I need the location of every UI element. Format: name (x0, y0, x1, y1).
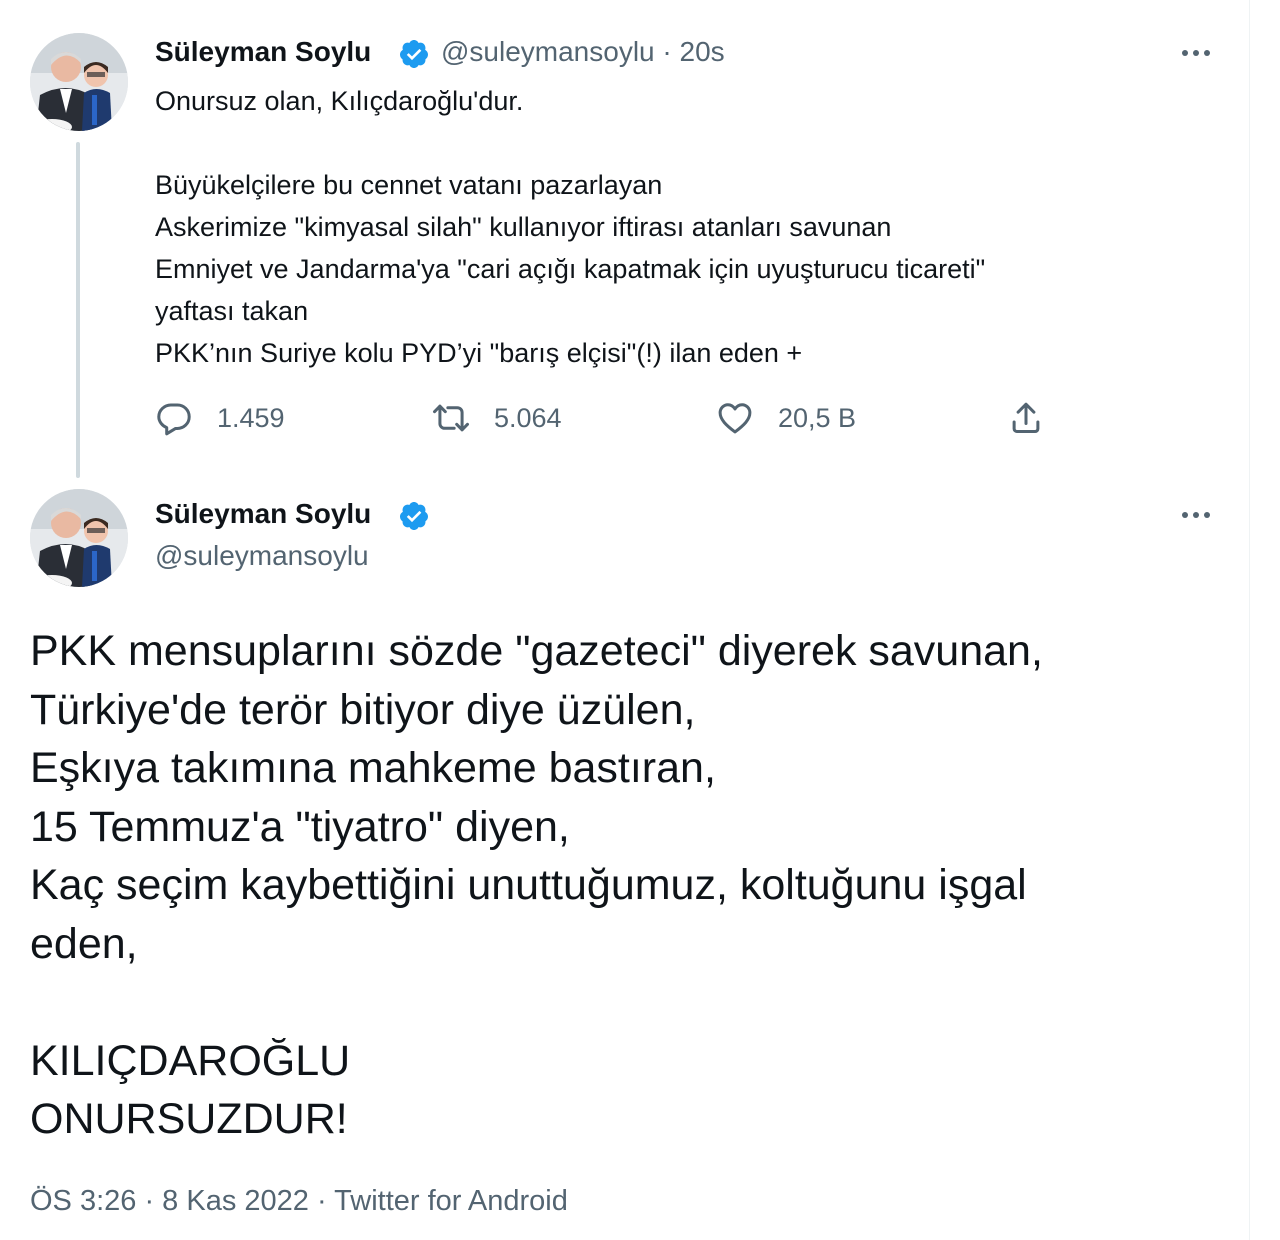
retweet-icon (433, 404, 469, 432)
reply-icon (157, 403, 191, 436)
tweet-text: Onursuz olan, Kılıçdaroğlu'dur. Büyükelç… (155, 86, 986, 368)
retweet-button[interactable]: 5.064 (432, 399, 562, 437)
tweet-text: PKK mensuplarını sözde "gazeteci" diyere… (30, 627, 1043, 1143)
like-button[interactable]: 20,5 B (716, 399, 856, 437)
verified-badge-icon (399, 502, 428, 530)
reply-count: 1.459 (217, 402, 285, 433)
share-icon (1012, 402, 1040, 433)
more-options-icon[interactable] (1176, 505, 1216, 525)
avatar-photo-icon (30, 33, 128, 131)
timeline-border (1249, 0, 1250, 1240)
verified-badge-icon (399, 40, 428, 68)
author-name[interactable]: Süleyman Soylu (155, 36, 371, 68)
like-icon (718, 403, 752, 434)
author-name[interactable]: Süleyman Soylu (155, 498, 371, 530)
avatar[interactable] (30, 33, 128, 131)
share-button[interactable] (1007, 399, 1045, 437)
reply-button[interactable]: 1.459 (155, 399, 285, 437)
like-count: 20,5 B (778, 402, 857, 433)
thread-connector (76, 142, 80, 478)
retweet-count: 5.064 (494, 402, 562, 433)
handle-and-timestamp[interactable]: @suleymansoylu · 20s (441, 36, 725, 68)
more-options-icon[interactable] (1176, 43, 1216, 63)
author-handle[interactable]: @suleymansoylu (155, 540, 369, 572)
tweet-timestamp-source[interactable]: ÖS 3:26 · 8 Kas 2022 · Twitter for Andro… (30, 1185, 568, 1218)
avatar[interactable] (30, 489, 128, 587)
avatar-photo-icon (30, 489, 128, 587)
